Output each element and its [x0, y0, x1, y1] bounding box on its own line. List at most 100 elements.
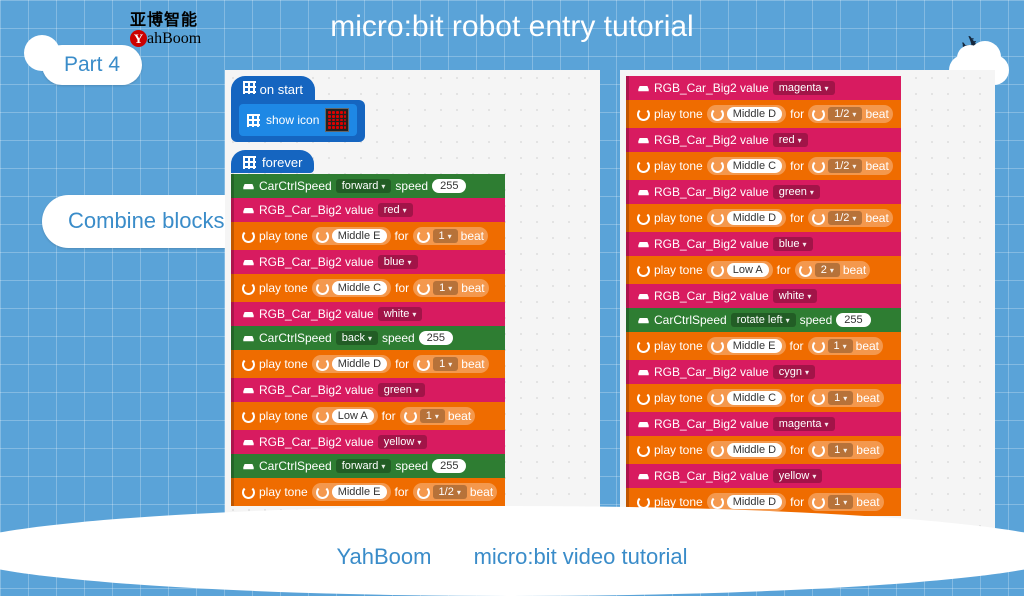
direction-dropdown[interactable]: back [336, 331, 378, 345]
note-pill[interactable]: Middle E [312, 483, 391, 501]
rgb-block[interactable]: RGB_Car_Big2 value yellow [231, 430, 505, 454]
note-pill[interactable]: Low A [312, 407, 378, 425]
playtone-block[interactable]: play tone Middle E for 1 beat [626, 332, 901, 360]
playtone-block[interactable]: play tone Middle C for 1/2 beat [626, 152, 901, 180]
beat-pill[interactable]: 1 beat [808, 389, 884, 407]
color-dropdown[interactable]: green [773, 185, 820, 199]
note-pill[interactable]: Middle C [707, 157, 786, 175]
note-pill[interactable]: Middle C [312, 279, 391, 297]
music-icon [242, 358, 255, 371]
playtone-block[interactable]: play tone Middle C for 1 beat [231, 274, 505, 302]
grid-icon [243, 81, 256, 94]
rgb-block[interactable]: RGB_Car_Big2 value white [231, 302, 505, 326]
rgb-block[interactable]: RGB_Car_Big2 value white [626, 284, 901, 308]
note-pill[interactable]: Middle D [312, 355, 391, 373]
playtone-block[interactable]: play tone Middle D for 1 beat [231, 350, 505, 378]
beat-pill[interactable]: 1 beat [413, 279, 489, 297]
playtone-block[interactable]: play tone Middle E for 1/2 beat [231, 478, 505, 506]
playtone-block[interactable]: play tone Low A for 2 beat [626, 256, 901, 284]
color-dropdown[interactable]: green [378, 383, 425, 397]
grid-icon [243, 156, 256, 169]
color-dropdown[interactable]: white [378, 307, 423, 321]
note-pill[interactable]: Middle D [707, 441, 786, 459]
forever-hat[interactable]: forever [231, 150, 314, 173]
playtone-block[interactable]: play tone Middle D for 1 beat [626, 436, 901, 464]
rgb-block[interactable]: RGB_Car_Big2 value blue [231, 250, 505, 274]
playtone-block[interactable]: play tone Middle E for 1 beat [231, 222, 505, 250]
beat-pill[interactable]: 1 beat [413, 355, 489, 373]
speed-input[interactable]: 255 [432, 459, 466, 473]
beat-pill[interactable]: 1 beat [400, 407, 476, 425]
music-icon [242, 486, 255, 499]
beat-pill[interactable]: 1 beat [808, 493, 884, 511]
color-dropdown[interactable]: yellow [378, 435, 428, 449]
part-badge: Part 4 [42, 45, 142, 85]
rgb-block[interactable]: RGB_Car_Big2 value yellow [626, 464, 901, 488]
music-icon [637, 340, 650, 353]
speed-input[interactable]: 255 [419, 331, 453, 345]
car-icon [242, 204, 255, 217]
car-icon [637, 82, 650, 95]
music-icon [637, 264, 650, 277]
direction-dropdown[interactable]: rotate left [731, 313, 796, 327]
beat-pill[interactable]: 2 beat [795, 261, 871, 279]
show-icon-block[interactable]: show icon [239, 104, 357, 136]
carctrl-block[interactable]: CarCtrlSpeed forward speed 255 [231, 454, 505, 478]
direction-dropdown[interactable]: forward [336, 459, 392, 473]
car-icon [242, 460, 255, 473]
blocks-workspace: on start show icon forever CarCtrlSpeed … [225, 70, 995, 530]
rgb-block[interactable]: RGB_Car_Big2 value green [231, 378, 505, 402]
note-pill[interactable]: Middle E [312, 227, 391, 245]
beat-pill[interactable]: 1/2 beat [808, 105, 893, 123]
beat-pill[interactable]: 1 beat [808, 441, 884, 459]
rgb-block[interactable]: RGB_Car_Big2 value magenta [626, 76, 901, 100]
speed-input[interactable]: 255 [432, 179, 466, 193]
rgb-block[interactable]: RGB_Car_Big2 value green [626, 180, 901, 204]
loop-icon [316, 358, 329, 371]
color-dropdown[interactable]: yellow [773, 469, 823, 483]
speed-input[interactable]: 255 [836, 313, 870, 327]
color-dropdown[interactable]: red [773, 133, 808, 147]
color-dropdown[interactable]: blue [773, 237, 813, 251]
note-pill[interactable]: Low A [707, 261, 773, 279]
beat-pill[interactable]: 1/2 beat [808, 157, 893, 175]
beat-pill[interactable]: 1 beat [808, 337, 884, 355]
beat-pill[interactable]: 1/2 beat [808, 209, 893, 227]
carctrl-block[interactable]: CarCtrlSpeed forward speed 255 [231, 174, 505, 198]
playtone-block[interactable]: play tone Middle C for 1 beat [626, 384, 901, 412]
led-matrix-icon[interactable] [325, 108, 349, 132]
footer: YahBoom micro:bit video tutorial [0, 544, 1024, 570]
playtone-block[interactable]: play tone Low A for 1 beat [231, 402, 505, 430]
playtone-block[interactable]: play tone Middle D for 1/2 beat [626, 100, 901, 128]
on-start-hat[interactable]: on start [231, 76, 315, 100]
loop-icon [711, 212, 724, 225]
carctrl-block[interactable]: CarCtrlSpeed rotate left speed 255 [626, 308, 901, 332]
loop-icon [812, 340, 825, 353]
note-pill[interactable]: Middle D [707, 209, 786, 227]
color-dropdown[interactable]: magenta [773, 417, 835, 431]
car-icon [242, 436, 255, 449]
car-icon [242, 308, 255, 321]
playtone-block[interactable]: play tone Middle D for 1/2 beat [626, 204, 901, 232]
note-pill[interactable]: Middle C [707, 389, 786, 407]
color-dropdown[interactable]: magenta [773, 81, 835, 95]
loop-icon [711, 160, 724, 173]
rgb-block[interactable]: RGB_Car_Big2 value red [626, 128, 901, 152]
rgb-block[interactable]: RGB_Car_Big2 value red [231, 198, 505, 222]
color-dropdown[interactable]: red [378, 203, 413, 217]
car-icon [637, 186, 650, 199]
carctrl-block[interactable]: CarCtrlSpeed back speed 255 [231, 326, 505, 350]
color-dropdown[interactable]: cygn [773, 365, 815, 379]
note-pill[interactable]: Middle E [707, 337, 786, 355]
note-pill[interactable]: Middle D [707, 105, 786, 123]
color-dropdown[interactable]: white [773, 289, 818, 303]
beat-pill[interactable]: 1/2 beat [413, 483, 498, 501]
rgb-block[interactable]: RGB_Car_Big2 value magenta [626, 412, 901, 436]
beat-pill[interactable]: 1 beat [413, 227, 489, 245]
loop-icon [711, 340, 724, 353]
rgb-block[interactable]: RGB_Car_Big2 value cygn [626, 360, 901, 384]
color-dropdown[interactable]: blue [378, 255, 418, 269]
rgb-block[interactable]: RGB_Car_Big2 value blue [626, 232, 901, 256]
direction-dropdown[interactable]: forward [336, 179, 392, 193]
loop-icon [812, 212, 825, 225]
